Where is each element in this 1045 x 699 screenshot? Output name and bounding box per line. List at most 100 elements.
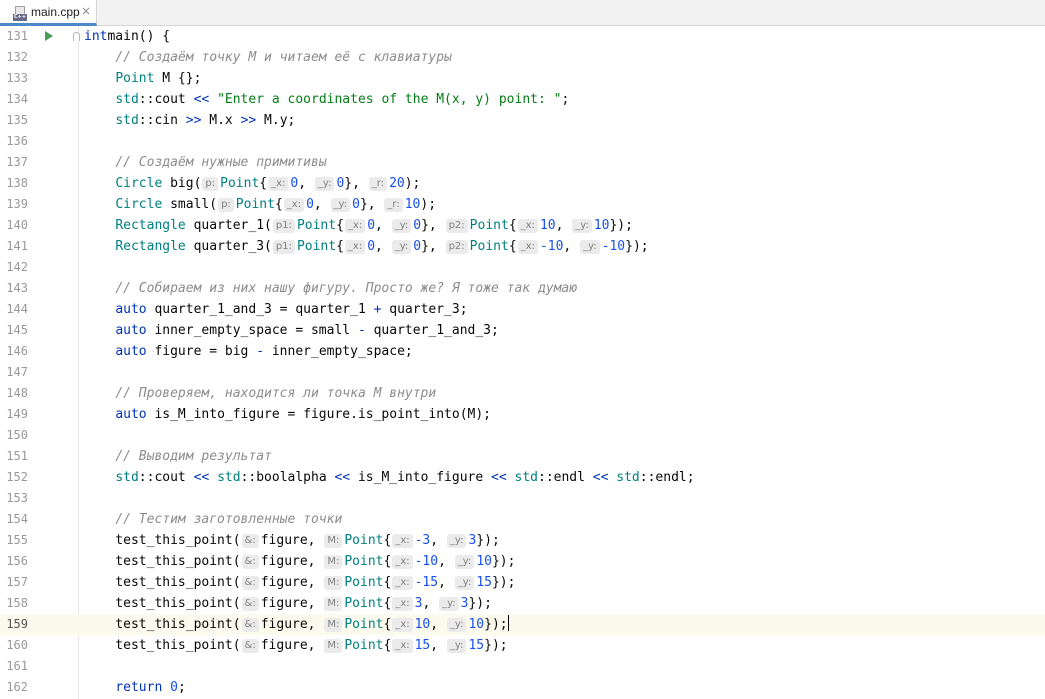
- editor-tab-bar: C++ main.cpp ×: [0, 0, 1045, 26]
- code-token: -10: [414, 554, 439, 569]
- line-number: 155: [6, 533, 28, 547]
- cpp-file-icon: C++: [13, 6, 27, 21]
- parameter-hint: _y:: [572, 219, 592, 233]
- code-token: int: [84, 29, 108, 44]
- code-line[interactable]: 160 test_this_point(&: figure, M: Point{_x…: [0, 635, 1045, 656]
- code-line[interactable]: 140 Rectangle quarter_1(p1: Point{_x: 0, _…: [0, 215, 1045, 236]
- parameter-hint: M:: [324, 597, 343, 611]
- code-token: M.x: [201, 113, 241, 128]
- run-gutter-icon[interactable]: [45, 31, 53, 41]
- code-line[interactable]: 131 intmain() {: [0, 26, 1045, 47]
- code-line[interactable]: 138 Circle big(p: Point{_x: 0, _y: 0}, _r: 2…: [0, 173, 1045, 194]
- code-token: Circle: [115, 176, 163, 191]
- code-text: return 0;: [84, 677, 185, 698]
- code-token: Point: [469, 239, 509, 254]
- code-line[interactable]: 158 test_this_point(&: figure, M: Point{_x…: [0, 593, 1045, 614]
- code-token: });: [491, 575, 516, 590]
- code-text: test_this_point(&: figure, M: Point{_x: 10,…: [84, 614, 509, 635]
- code-text: Rectangle quarter_1(p1: Point{_x: 0, _y: 0}…: [84, 215, 633, 236]
- code-line[interactable]: 152 std::cout << std::boolalpha << is_M_…: [0, 467, 1045, 488]
- code-token: {: [383, 638, 392, 653]
- code-line[interactable]: 145 auto inner_empty_space = small - qua…: [0, 320, 1045, 341]
- code-token: figure,: [260, 554, 324, 569]
- parameter-hint: _x:: [392, 639, 413, 653]
- code-token: figure = big: [146, 344, 257, 359]
- code-token: ,: [430, 533, 446, 548]
- code-line[interactable]: 146 auto figure = big - inner_empty_spac…: [0, 341, 1045, 362]
- code-token: Circle: [115, 197, 163, 212]
- line-number: 159: [6, 617, 28, 631]
- line-number: 158: [6, 596, 28, 610]
- code-line[interactable]: 155 test_this_point(&: figure, M: Point{_x…: [0, 530, 1045, 551]
- code-line[interactable]: 141 Rectangle quarter_3(p1: Point{_x: 0, _…: [0, 236, 1045, 257]
- code-token: ::endl: [538, 470, 593, 485]
- code-token: -10: [539, 239, 564, 254]
- code-line[interactable]: 157 test_this_point(&: figure, M: Point{_x…: [0, 572, 1045, 593]
- code-editor[interactable]: 131 intmain() {132 // Создаём точку M и ч…: [0, 26, 1045, 699]
- code-line[interactable]: 148 // Проверяем, находится ли точка M в…: [0, 383, 1045, 404]
- code-token: {: [259, 176, 268, 191]
- parameter-hint: p2:: [445, 240, 468, 254]
- code-line[interactable]: 143 // Собираем из них нашу фигуру. Прос…: [0, 278, 1045, 299]
- code-line[interactable]: 133 Point M {};: [0, 68, 1045, 89]
- line-number: 139: [6, 197, 28, 211]
- code-token: ,: [563, 239, 580, 254]
- parameter-hint: p2:: [445, 219, 468, 233]
- code-line[interactable]: 153: [0, 488, 1045, 509]
- code-line[interactable]: 151 // Выводим результат: [0, 446, 1045, 467]
- code-line[interactable]: 137 // Создаём нужные примитивы: [0, 152, 1045, 173]
- code-token: ::cout: [138, 92, 194, 107]
- code-text: std::cout << "Enter a coordinates of the…: [84, 89, 569, 110]
- code-token: {: [383, 554, 392, 569]
- code-token: });: [625, 239, 649, 254]
- code-token: );: [420, 197, 437, 212]
- code-line[interactable]: 132 // Создаём точку M и читаем её с кла…: [0, 47, 1045, 68]
- code-line[interactable]: 147: [0, 362, 1045, 383]
- code-token: 0: [170, 680, 178, 695]
- code-line[interactable]: 142: [0, 257, 1045, 278]
- code-line[interactable]: 162 return 0;: [0, 677, 1045, 698]
- code-token: {: [508, 239, 517, 254]
- code-token: Point: [296, 218, 337, 233]
- code-token: Point: [344, 596, 384, 611]
- code-token: 15: [476, 575, 492, 590]
- code-line[interactable]: 144 auto quarter_1_and_3 = quarter_1 + q…: [0, 299, 1045, 320]
- code-token: 10: [414, 617, 431, 632]
- code-line[interactable]: 161: [0, 656, 1045, 677]
- line-number: 156: [6, 554, 28, 568]
- code-text: test_this_point(&: figure, M: Point{_x: 3, …: [84, 593, 492, 614]
- code-line[interactable]: 154 // Тестим заготовленные точки: [0, 509, 1045, 530]
- code-token: ,: [438, 554, 454, 569]
- code-token: Point: [344, 638, 384, 653]
- code-line[interactable]: 136: [0, 131, 1045, 152]
- code-token: Point: [344, 533, 384, 548]
- code-text: Circle big(p: Point{_x: 0, _y: 0}, _r: 20);: [84, 173, 420, 194]
- code-line[interactable]: 139 Circle small(p: Point{_x: 0, _y: 0}, _r…: [0, 194, 1045, 215]
- parameter-hint: &:: [241, 597, 259, 611]
- parameter-hint: _x:: [392, 534, 413, 548]
- parameter-hint: M:: [324, 576, 343, 590]
- code-line[interactable]: 149 auto is_M_into_figure = figure.is_po…: [0, 404, 1045, 425]
- parameter-hint: _x:: [283, 198, 305, 212]
- close-icon[interactable]: ×: [81, 4, 91, 18]
- code-line[interactable]: 159 test_this_point(&: figure, M: Point{_x…: [0, 614, 1045, 635]
- tab-main-cpp[interactable]: C++ main.cpp ×: [0, 0, 97, 26]
- code-line[interactable]: 156 test_this_point(&: figure, M: Point{_x…: [0, 551, 1045, 572]
- parameter-hint: _y:: [446, 534, 467, 548]
- line-number: 137: [6, 155, 28, 169]
- code-token: });: [476, 533, 500, 548]
- code-token: // Тестим заготовленные точки: [115, 512, 343, 527]
- line-number: 162: [6, 680, 28, 694]
- code-token: is_M_into_figure: [350, 470, 492, 485]
- fold-icon[interactable]: [73, 32, 80, 41]
- code-line[interactable]: 135 std::cin >> M.x >> M.y;: [0, 110, 1045, 131]
- code-line[interactable]: 134 std::cout << "Enter a coordinates of…: [0, 89, 1045, 110]
- code-token: // Проверяем, находится ли точка M внутр…: [115, 386, 437, 401]
- code-line[interactable]: 150: [0, 425, 1045, 446]
